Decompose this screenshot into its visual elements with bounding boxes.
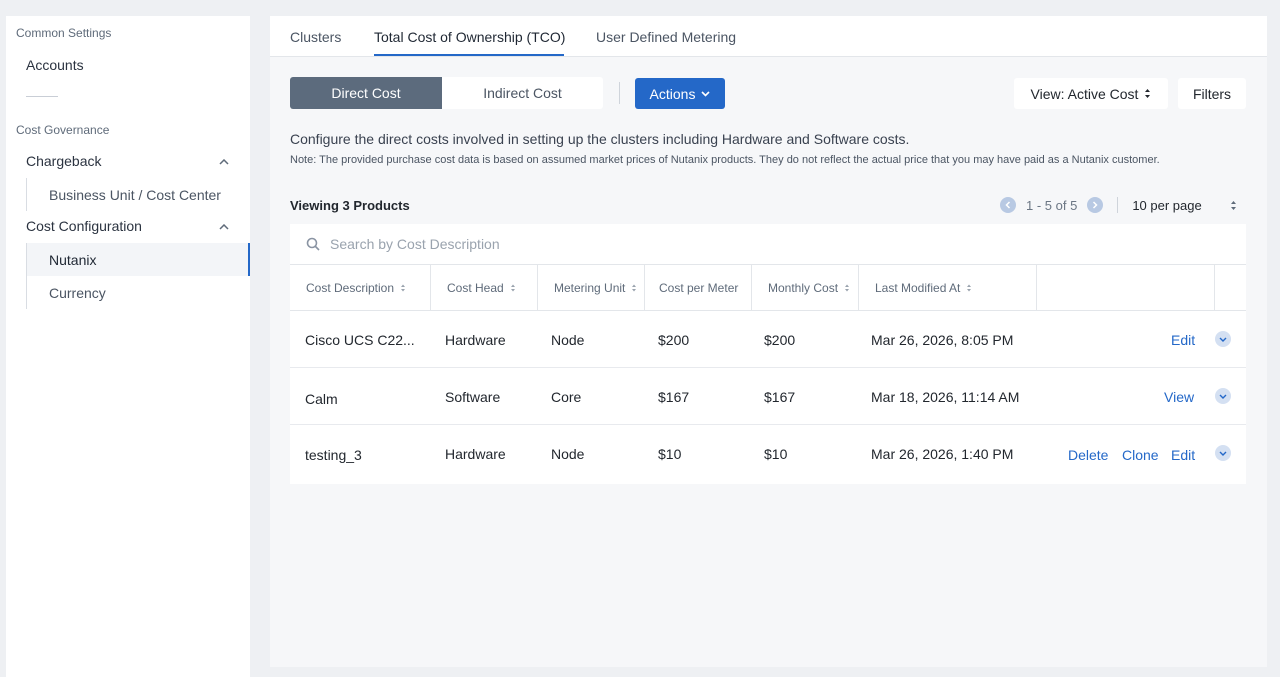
cell-cost-head: Hardware (445, 331, 506, 348)
search-bar (290, 224, 1246, 265)
section-cost-governance: Cost Governance (16, 123, 110, 137)
section-common-settings: Common Settings (16, 26, 112, 40)
cell-last-modified: Mar 18, 2026, 11:14 AM (871, 388, 1020, 405)
pagination-divider (1117, 197, 1119, 213)
clone-link[interactable]: Clone (1122, 426, 1159, 483)
sort-arrows-icon (1145, 89, 1151, 98)
page-description: Configure the direct costs involved in s… (290, 131, 910, 147)
sidebar-item-business-unit[interactable]: Business Unit / Cost Center (26, 178, 250, 211)
filters-button[interactable]: Filters (1178, 78, 1246, 109)
cell-metering-unit: Node (551, 331, 585, 348)
cell-description: Calm (305, 390, 338, 407)
header-cost-per-meter[interactable]: Cost per Meter (645, 265, 752, 311)
viewing-count: Viewing 3 Products (290, 198, 410, 213)
sort-arrows-icon (1230, 200, 1236, 210)
cell-description: testing_3 (305, 446, 362, 463)
sidebar-item-nutanix[interactable]: Nutanix (26, 243, 250, 276)
header-last-modified[interactable]: Last Modified At (859, 265, 1037, 311)
toolbar-divider (619, 82, 620, 104)
indirect-cost-button[interactable]: Indirect Cost (442, 77, 603, 109)
pagination: 1 - 5 of 5 10 per page (1000, 196, 1237, 214)
header-label: Cost Description (306, 281, 395, 295)
page-range: 1 - 5 of 5 (1026, 197, 1078, 213)
tab-tco[interactable]: Total Cost of Ownership (TCO) (374, 29, 565, 45)
per-page-select[interactable]: 10 per page (1132, 198, 1236, 213)
header-label: Cost Head (447, 281, 504, 295)
sidebar-item-currency[interactable]: Currency (26, 276, 250, 309)
cell-monthly-cost: $167 (764, 388, 796, 405)
sidebar-item-chargeback[interactable]: Chargeback (26, 153, 102, 169)
cell-monthly-cost: $200 (764, 331, 796, 348)
next-page-icon[interactable] (1087, 197, 1104, 213)
cell-cost-head: Software (445, 388, 501, 405)
prev-page-icon[interactable] (1000, 197, 1016, 213)
tab-clusters[interactable]: Clusters (290, 29, 341, 45)
sort-icon (967, 284, 972, 292)
table-row: testing_3 Hardware Node $10 $10 Mar 26, … (290, 425, 1246, 482)
table-row: Calm Software Core $167 $167 Mar 18, 202… (290, 368, 1246, 425)
sidebar-item-accounts[interactable]: Accounts (26, 57, 84, 73)
cell-cost-per-meter: $10 (658, 445, 682, 462)
cell-cost-per-meter: $200 (658, 331, 690, 348)
table-row: Cisco UCS C22... Hardware Node $200 $200… (290, 311, 1246, 368)
cell-monthly-cost: $10 (764, 445, 788, 462)
active-tab-indicator (374, 54, 564, 56)
view-link[interactable]: View (1164, 368, 1194, 425)
search-input[interactable] (330, 236, 930, 252)
sort-icon (510, 284, 515, 292)
cell-last-modified: Mar 26, 2026, 1:40 PM (871, 445, 1014, 462)
view-active-cost-select[interactable]: View: Active Cost (1014, 78, 1168, 109)
header-label: Monthly Cost (768, 281, 839, 295)
expand-row-icon[interactable] (1215, 445, 1231, 461)
actions-button[interactable]: Actions (635, 78, 725, 109)
tab-user-defined-metering[interactable]: User Defined Metering (596, 29, 736, 45)
header-monthly-cost[interactable]: Monthly Cost (752, 265, 859, 311)
cost-table: Cost Description Cost Head Metering Unit… (290, 224, 1246, 484)
chevron-down-icon (701, 90, 711, 97)
sort-icon (401, 284, 406, 292)
cell-last-modified: Mar 26, 2026, 8:05 PM (871, 331, 1014, 348)
edit-link[interactable]: Edit (1171, 311, 1195, 368)
header-label: Cost per Meter (659, 281, 739, 295)
cell-description: Cisco UCS C22... (305, 331, 415, 348)
header-actions (1037, 265, 1215, 311)
cell-cost-head: Hardware (445, 445, 506, 462)
search-icon (306, 237, 320, 251)
tab-bar: Clusters Total Cost of Ownership (TCO) U… (270, 16, 1267, 57)
sort-icon (845, 284, 850, 292)
header-cost-description[interactable]: Cost Description (290, 265, 431, 311)
sidebar: Common Settings Accounts Cost Governance… (6, 16, 250, 677)
cell-cost-per-meter: $167 (658, 388, 690, 405)
table-header: Cost Description Cost Head Metering Unit… (290, 265, 1246, 311)
sort-icon (632, 284, 637, 292)
cell-metering-unit: Core (551, 388, 582, 405)
per-page-label: 10 per page (1132, 197, 1202, 213)
header-metering-unit[interactable]: Metering Unit (538, 265, 645, 311)
cell-metering-unit: Node (551, 445, 585, 462)
header-cost-head[interactable]: Cost Head (431, 265, 538, 311)
chevron-up-icon[interactable] (218, 221, 230, 233)
expand-row-icon[interactable] (1215, 388, 1231, 404)
actions-label: Actions (649, 85, 696, 102)
edit-link[interactable]: Edit (1171, 426, 1195, 483)
expand-row-icon[interactable] (1215, 331, 1231, 347)
delete-link[interactable]: Delete (1068, 426, 1108, 483)
header-label: Last Modified At (875, 281, 961, 295)
chevron-up-icon[interactable] (218, 156, 230, 168)
view-label: View: Active Cost (1030, 85, 1139, 102)
sidebar-divider (26, 96, 58, 97)
header-label: Metering Unit (554, 281, 626, 295)
pricing-note: Note: The provided purchase cost data is… (290, 154, 1160, 166)
main-panel: Clusters Total Cost of Ownership (TCO) U… (270, 16, 1267, 667)
sidebar-item-cost-configuration[interactable]: Cost Configuration (26, 218, 142, 234)
direct-cost-button[interactable]: Direct Cost (290, 77, 442, 109)
